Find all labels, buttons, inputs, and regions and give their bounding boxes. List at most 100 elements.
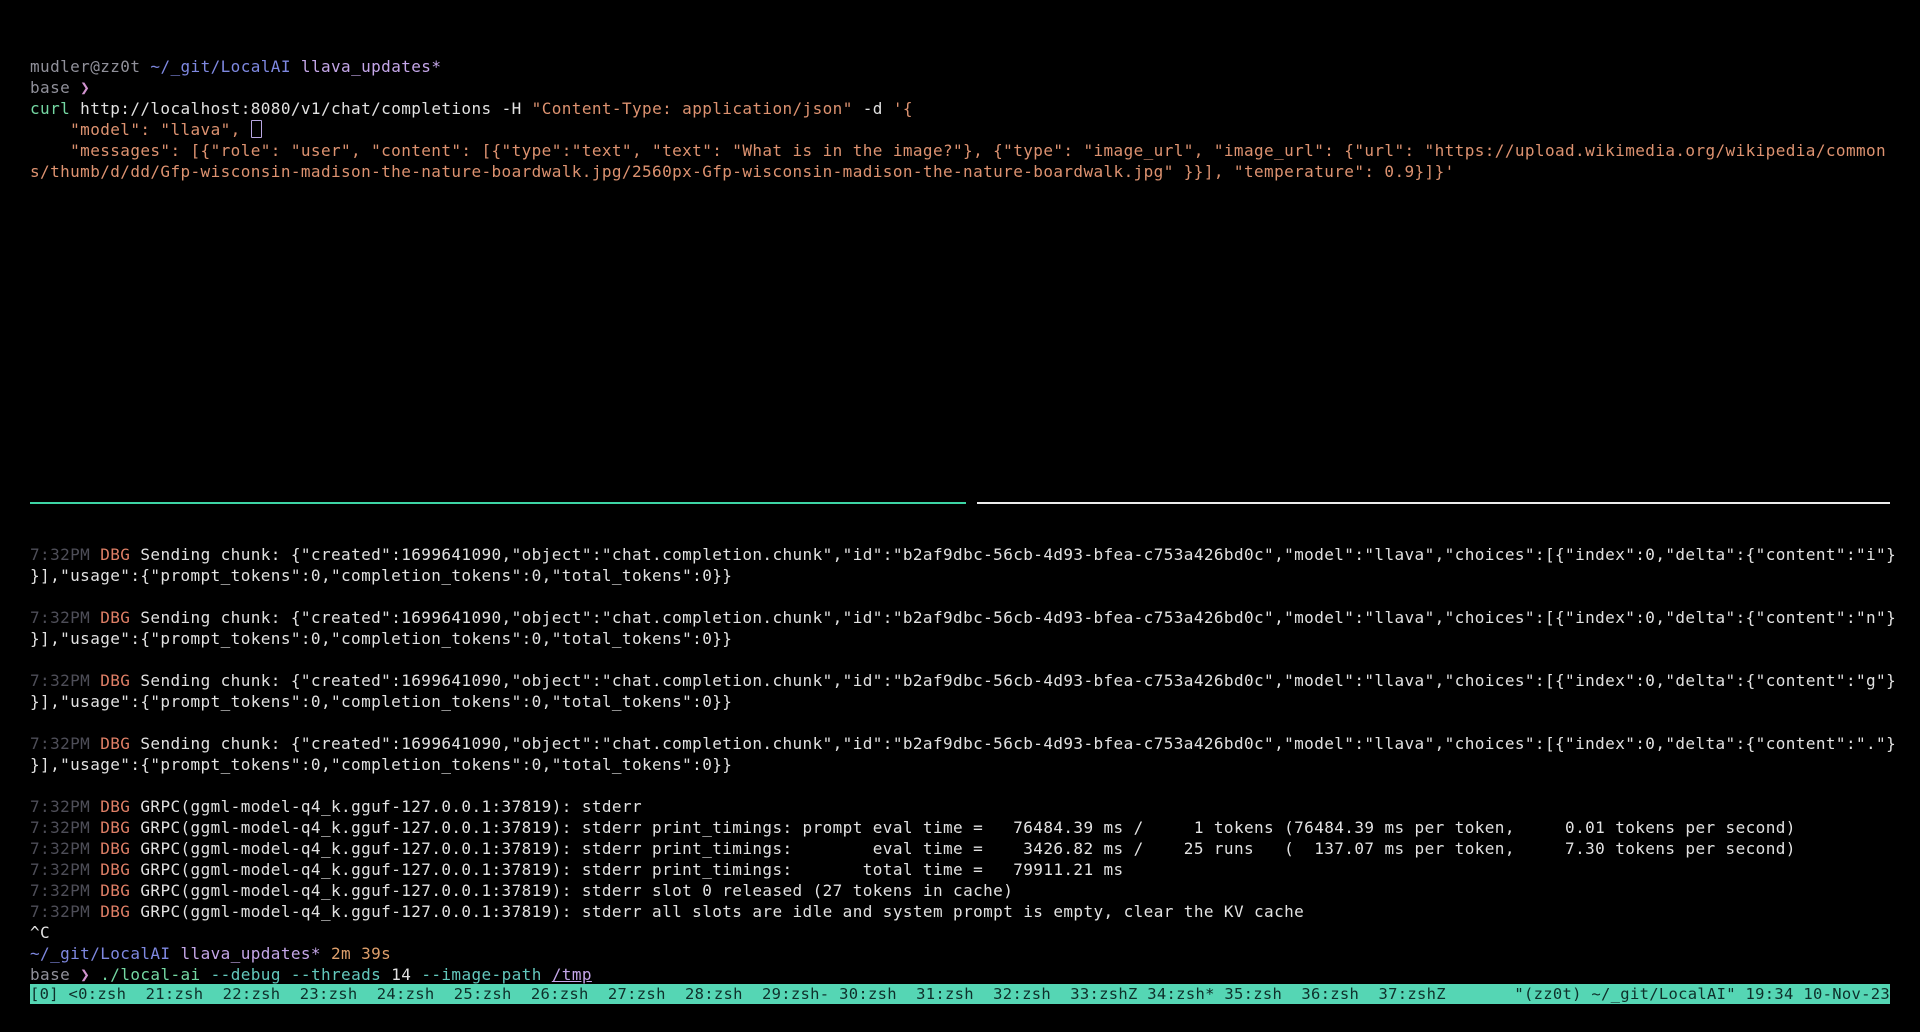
- terminal-text-segment: llava_updates*: [170, 944, 321, 963]
- terminal-text-segment: 7:32PM: [30, 839, 100, 858]
- log-chunk-3b: }],"usage":{"prompt_tokens":0,"completio…: [30, 691, 1890, 712]
- log-chunk-3a: 7:32PM DBG Sending chunk: {"created":169…: [30, 670, 1890, 691]
- terminal-text-segment: }],"usage":{"prompt_tokens":0,"completio…: [30, 629, 732, 648]
- log-grpc-total: 7:32PM DBG GRPC(ggml-model-q4_k.gguf-127…: [30, 859, 1890, 880]
- terminal-text-segment: Sending chunk: {"created":1699641090,"ob…: [140, 608, 1896, 627]
- curl-command: curl http://localhost:8080/v1/chat/compl…: [30, 98, 1890, 119]
- terminal-text-segment: 2m 39s: [321, 944, 391, 963]
- blank-line: [30, 287, 1890, 308]
- blank-line: [30, 392, 1890, 413]
- log-chunk-2b: }],"usage":{"prompt_tokens":0,"completio…: [30, 628, 1890, 649]
- terminal-text-segment: 7:32PM: [30, 797, 100, 816]
- terminal-text-segment: DBG: [100, 734, 140, 753]
- blank-line: [30, 203, 1890, 224]
- terminal-text-segment: base: [30, 78, 80, 97]
- blank-line: [30, 182, 1890, 203]
- terminal-text-segment: }],"usage":{"prompt_tokens":0,"completio…: [30, 755, 732, 774]
- terminal-text-segment: 7:32PM: [30, 818, 100, 837]
- terminal-text-segment: 7:32PM: [30, 734, 100, 753]
- terminal-text-segment: ~/_git/LocalAI: [30, 944, 170, 963]
- terminal-text-segment: DBG: [100, 545, 140, 564]
- tmux-status-bar: [0] <0:zsh 21:zsh 22:zsh 23:zsh 24:zsh 2…: [30, 984, 1890, 1004]
- terminal-text-segment: "messages": [{"role": "user", "content":…: [30, 141, 1886, 160]
- blank-line: [30, 245, 1890, 266]
- prompt-dir-elapsed: ~/_git/LocalAI llava_updates* 2m 39s: [30, 943, 1890, 964]
- terminal-text-segment: DBG: [100, 881, 140, 900]
- terminal-text-segment: ~/_git/LocalAI: [150, 57, 290, 76]
- run-command: base ❯ ./local-ai --debug --threads 14 -…: [30, 964, 1890, 985]
- pane-divider-right: [977, 502, 1890, 504]
- terminal-text-segment: llava_updates*: [291, 57, 442, 76]
- terminal-screen[interactable]: mudler@zz0t ~/_git/LocalAI llava_updates…: [0, 0, 1920, 1032]
- terminal-text-segment: Sending chunk: {"created":1699641090,"ob…: [140, 734, 1896, 753]
- terminal-text-segment: DBG: [100, 902, 140, 921]
- blank-line: [30, 266, 1890, 287]
- terminal-text-segment: DBG: [100, 818, 140, 837]
- terminal-text-segment: ❯: [80, 78, 90, 97]
- terminal-text-segment: Sending chunk: {"created":1699641090,"ob…: [140, 545, 1896, 564]
- log-grpc-slots-idle: 7:32PM DBG GRPC(ggml-model-q4_k.gguf-127…: [30, 901, 1890, 922]
- blank-line: [30, 649, 1890, 670]
- terminal-text-segment: Sending chunk: {"created":1699641090,"ob…: [140, 671, 1896, 690]
- terminal-text-segment: 7:32PM: [30, 881, 100, 900]
- terminal-text-segment: --image-path: [421, 965, 551, 984]
- blank-line: [30, 523, 1890, 544]
- terminal-cursor: [251, 120, 262, 138]
- terminal-text-segment: ./local-ai: [100, 965, 210, 984]
- curl-json-url-wrap: s/thumb/d/dd/Gfp-wisconsin-madison-the-n…: [30, 161, 1890, 182]
- terminal-text-segment: DBG: [100, 671, 140, 690]
- log-grpc-prompt-eval: 7:32PM DBG GRPC(ggml-model-q4_k.gguf-127…: [30, 817, 1890, 838]
- log-chunk-4b: }],"usage":{"prompt_tokens":0,"completio…: [30, 754, 1890, 775]
- terminal-text-segment: -H: [502, 99, 532, 118]
- terminal-text-segment: GRPC(ggml-model-q4_k.gguf-127.0.0.1:3781…: [140, 902, 1304, 921]
- tmux-window-list[interactable]: [0] <0:zsh 21:zsh 22:zsh 23:zsh 24:zsh 2…: [30, 985, 1446, 1003]
- terminal-text-segment: GRPC(ggml-model-q4_k.gguf-127.0.0.1:3781…: [140, 881, 1013, 900]
- terminal-text-segment: ❯: [80, 965, 100, 984]
- terminal-text-segment: DBG: [100, 860, 140, 879]
- blank-line: [30, 224, 1890, 245]
- log-chunk-1a: 7:32PM DBG Sending chunk: {"created":169…: [30, 544, 1890, 565]
- terminal-text-segment: /tmp: [552, 965, 592, 984]
- terminal-text-segment: GRPC(ggml-model-q4_k.gguf-127.0.0.1:3781…: [140, 797, 652, 816]
- blank-line: [30, 712, 1890, 733]
- log-grpc-eval: 7:32PM DBG GRPC(ggml-model-q4_k.gguf-127…: [30, 838, 1890, 859]
- pane-divider-left: [30, 502, 966, 504]
- terminal-text-segment: 7:32PM: [30, 902, 100, 921]
- terminal-text-segment: DBG: [100, 797, 140, 816]
- blank-line: [30, 329, 1890, 350]
- terminal-text-segment: }],"usage":{"prompt_tokens":0,"completio…: [30, 692, 732, 711]
- terminal-text-segment: GRPC(ggml-model-q4_k.gguf-127.0.0.1:3781…: [140, 839, 1795, 858]
- terminal-text-segment: GRPC(ggml-model-q4_k.gguf-127.0.0.1:3781…: [140, 860, 1123, 879]
- prompt-env: base ❯: [30, 77, 1890, 98]
- prompt-user-host: mudler@zz0t ~/_git/LocalAI llava_updates…: [30, 56, 1890, 77]
- terminal-text-segment: --debug --threads: [211, 965, 392, 984]
- terminal-text-segment: base: [30, 965, 80, 984]
- terminal-text-segment: ^C: [30, 923, 50, 942]
- terminal-text-segment: 7:32PM: [30, 860, 100, 879]
- tmux-status-right: "(zz0t) ~/_git/LocalAI" 19:34 10-Nov-23: [1514, 985, 1890, 1003]
- terminal-text-segment: DBG: [100, 839, 140, 858]
- blank-line: [30, 455, 1890, 476]
- log-grpc-slot-released: 7:32PM DBG GRPC(ggml-model-q4_k.gguf-127…: [30, 880, 1890, 901]
- blank-line: [30, 476, 1890, 497]
- terminal-text-segment: mudler@zz0t: [30, 57, 150, 76]
- terminal-text-segment: "Content-Type: application/json": [532, 99, 853, 118]
- log-chunk-1b: }],"usage":{"prompt_tokens":0,"completio…: [30, 565, 1890, 586]
- terminal-text-segment: '{: [893, 99, 913, 118]
- terminal-text-segment: http://localhost:8080/v1/chat/completion…: [80, 99, 501, 118]
- log-grpc-stderr: 7:32PM DBG GRPC(ggml-model-q4_k.gguf-127…: [30, 796, 1890, 817]
- terminal-text-segment: "model": "llava",: [30, 120, 251, 139]
- terminal-text-segment: -d: [853, 99, 893, 118]
- curl-json-messages: "messages": [{"role": "user", "content":…: [30, 140, 1890, 161]
- terminal-text-segment: curl: [30, 99, 80, 118]
- curl-json-model: "model": "llava",: [30, 119, 1890, 140]
- terminal-text-segment: 7:32PM: [30, 545, 100, 564]
- blank-line: [30, 350, 1890, 371]
- terminal-text-segment: s/thumb/d/dd/Gfp-wisconsin-madison-the-n…: [30, 162, 1455, 181]
- terminal-text-segment: 14: [391, 965, 421, 984]
- terminal-text-segment: }],"usage":{"prompt_tokens":0,"completio…: [30, 566, 732, 585]
- terminal-text-segment: GRPC(ggml-model-q4_k.gguf-127.0.0.1:3781…: [140, 818, 1795, 837]
- pane-divider: [30, 497, 1890, 523]
- log-chunk-4a: 7:32PM DBG Sending chunk: {"created":169…: [30, 733, 1890, 754]
- terminal-text-segment: DBG: [100, 608, 140, 627]
